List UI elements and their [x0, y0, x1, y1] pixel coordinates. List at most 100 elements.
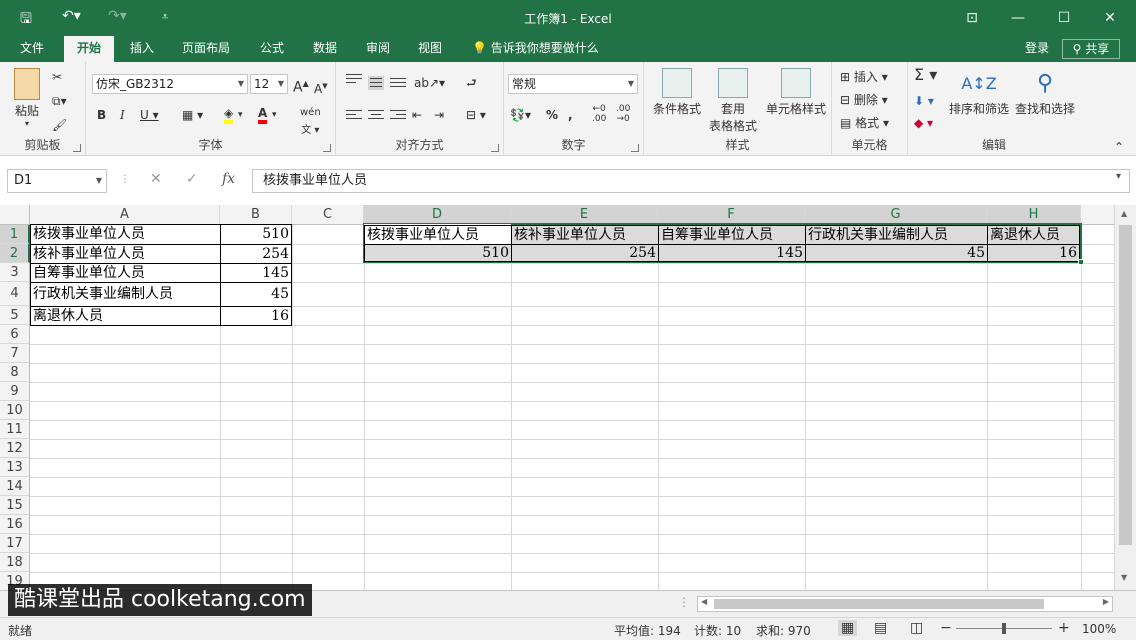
- cell-a2[interactable]: 核补事业单位人员: [30, 244, 221, 264]
- align-top-icon[interactable]: [346, 74, 362, 88]
- zoom-in-icon[interactable]: +: [1058, 620, 1070, 636]
- scroll-up-icon[interactable]: ▲: [1121, 209, 1127, 218]
- vertical-scrollbar[interactable]: ▲ ▼: [1114, 205, 1136, 590]
- decrease-font-icon[interactable]: A▼: [314, 77, 328, 98]
- cell-a1[interactable]: 核拨事业单位人员: [30, 224, 221, 245]
- tab-insert[interactable]: 插入: [122, 36, 162, 62]
- cancel-icon[interactable]: ✕: [150, 171, 162, 187]
- scroll-right-icon[interactable]: ▶: [1103, 597, 1109, 606]
- tab-page-layout[interactable]: 页面布局: [174, 36, 238, 62]
- cell-a3[interactable]: 自筹事业单位人员: [30, 263, 221, 283]
- fill-handle[interactable]: [1078, 259, 1084, 265]
- clear-icon[interactable]: ◆ ▾: [914, 114, 933, 132]
- cell-b1[interactable]: 510: [220, 224, 292, 245]
- horizontal-scroll-thumb[interactable]: [714, 599, 1044, 609]
- zoom-level[interactable]: 100%: [1082, 622, 1116, 636]
- wrap-text-icon[interactable]: ⮐: [466, 74, 477, 92]
- row-header[interactable]: 1: [0, 225, 30, 244]
- chevron-down-icon[interactable]: ▾: [272, 106, 277, 124]
- underline-icon[interactable]: U ▾: [140, 106, 159, 124]
- font-launcher-icon[interactable]: [323, 144, 331, 152]
- number-format-combo[interactable]: 常规 ▼: [508, 74, 638, 94]
- column-header-e[interactable]: E: [511, 205, 658, 225]
- format-as-table-button[interactable]: 套用 表格格式: [704, 68, 762, 134]
- cell-b2[interactable]: 254: [220, 244, 292, 264]
- cut-icon[interactable]: ✂: [52, 68, 62, 86]
- row-header[interactable]: 17: [0, 534, 30, 553]
- fill-color-icon[interactable]: ◈: [224, 106, 234, 124]
- tab-view[interactable]: 视图: [410, 36, 450, 62]
- phonetic-icon[interactable]: wén 文 ▾: [300, 104, 321, 140]
- column-header-b[interactable]: B: [220, 205, 292, 225]
- row-header[interactable]: 15: [0, 496, 30, 515]
- column-header-c[interactable]: C: [292, 205, 364, 225]
- tab-data[interactable]: 数据: [305, 36, 345, 62]
- page-layout-view-icon[interactable]: ▤: [874, 620, 887, 636]
- accounting-icon[interactable]: 💱▾: [510, 106, 531, 124]
- normal-view-icon[interactable]: ▦: [838, 620, 858, 636]
- cell-e1[interactable]: 核补事业单位人员: [511, 225, 659, 245]
- login-link[interactable]: 登录: [1025, 36, 1049, 62]
- tab-home[interactable]: 开始: [64, 36, 114, 63]
- row-header[interactable]: 8: [0, 363, 30, 382]
- delete-cells-button[interactable]: ⊟ 删除 ▾: [840, 91, 888, 109]
- cell-a4[interactable]: 行政机关事业编制人员: [30, 282, 221, 307]
- column-header-d[interactable]: D: [364, 205, 511, 225]
- cell-styles-button[interactable]: 单元格样式: [762, 68, 830, 117]
- clipboard-launcher-icon[interactable]: [73, 144, 81, 152]
- formula-input[interactable]: 核拨事业单位人员: [252, 169, 1130, 193]
- insert-function-icon[interactable]: fx: [222, 171, 235, 187]
- column-header-h[interactable]: H: [987, 205, 1081, 225]
- worksheet-grid[interactable]: A B C D E F G H 1 2 3 4 5 6 7 8 9 10 11 …: [0, 205, 1114, 590]
- align-bottom-icon[interactable]: [390, 78, 406, 92]
- tab-review[interactable]: 审阅: [358, 36, 398, 62]
- merge-center-icon[interactable]: ⊟ ▾: [466, 106, 486, 124]
- conditional-format-button[interactable]: 条件格式: [648, 68, 706, 117]
- row-header[interactable]: 2: [0, 244, 30, 263]
- row-header[interactable]: 6: [0, 325, 30, 344]
- zoom-out-icon[interactable]: −: [940, 620, 952, 636]
- format-painter-icon[interactable]: 🖌: [52, 116, 67, 134]
- maximize-icon[interactable]: ☐: [1044, 6, 1084, 30]
- name-box[interactable]: D1 ▼: [7, 169, 107, 193]
- cell-a5[interactable]: 离退休人员: [30, 306, 221, 326]
- sort-filter-button[interactable]: A↕Z 排序和筛选: [944, 68, 1014, 117]
- percent-icon[interactable]: %: [546, 106, 558, 124]
- enter-icon[interactable]: ✓: [186, 171, 198, 187]
- row-header[interactable]: 16: [0, 515, 30, 534]
- align-left-icon[interactable]: [346, 110, 362, 124]
- ribbon-display-icon[interactable]: ⊡: [952, 6, 992, 30]
- row-header[interactable]: 7: [0, 344, 30, 363]
- cell-b5[interactable]: 16: [220, 306, 292, 326]
- align-middle-icon[interactable]: [368, 76, 384, 90]
- decrease-decimal-icon[interactable]: .00 →0: [616, 104, 630, 124]
- copy-icon[interactable]: ⧉▾: [52, 92, 67, 110]
- increase-decimal-icon[interactable]: ←0.00: [592, 104, 606, 124]
- autosum-icon[interactable]: Σ ▾: [914, 66, 937, 84]
- chevron-down-icon[interactable]: ▾: [238, 106, 243, 124]
- share-button[interactable]: ⚲ 共享: [1062, 39, 1120, 59]
- font-name-combo[interactable]: 仿宋_GB2312 ▼: [92, 74, 248, 94]
- row-header[interactable]: 13: [0, 458, 30, 477]
- number-launcher-icon[interactable]: [631, 144, 639, 152]
- cell-h2[interactable]: 16: [987, 244, 1080, 262]
- orientation-icon[interactable]: ab↗▾: [414, 74, 445, 92]
- scroll-down-icon[interactable]: ▼: [1121, 573, 1127, 582]
- close-icon[interactable]: ✕: [1090, 6, 1130, 30]
- collapse-ribbon-icon[interactable]: ⌃: [1114, 138, 1124, 156]
- row-header[interactable]: 11: [0, 420, 30, 439]
- row-header[interactable]: 9: [0, 382, 30, 401]
- decrease-indent-icon[interactable]: ⇤: [412, 106, 422, 124]
- borders-icon[interactable]: ▦ ▾: [182, 106, 203, 124]
- vertical-scroll-thumb[interactable]: [1119, 225, 1132, 545]
- bold-icon[interactable]: B: [97, 106, 106, 124]
- tell-me-box[interactable]: 💡 告诉我你想要做什么: [472, 36, 599, 62]
- paste-button[interactable]: 粘贴 ▾: [10, 68, 44, 128]
- align-center-icon[interactable]: [368, 110, 384, 124]
- cell-g1[interactable]: 行政机关事业编制人员: [805, 225, 988, 245]
- cell-b3[interactable]: 145: [220, 263, 292, 283]
- comma-icon[interactable]: ,: [568, 106, 573, 124]
- cell-e2[interactable]: 254: [511, 244, 659, 262]
- column-header-a[interactable]: A: [30, 205, 220, 225]
- cell-g2[interactable]: 45: [805, 244, 988, 262]
